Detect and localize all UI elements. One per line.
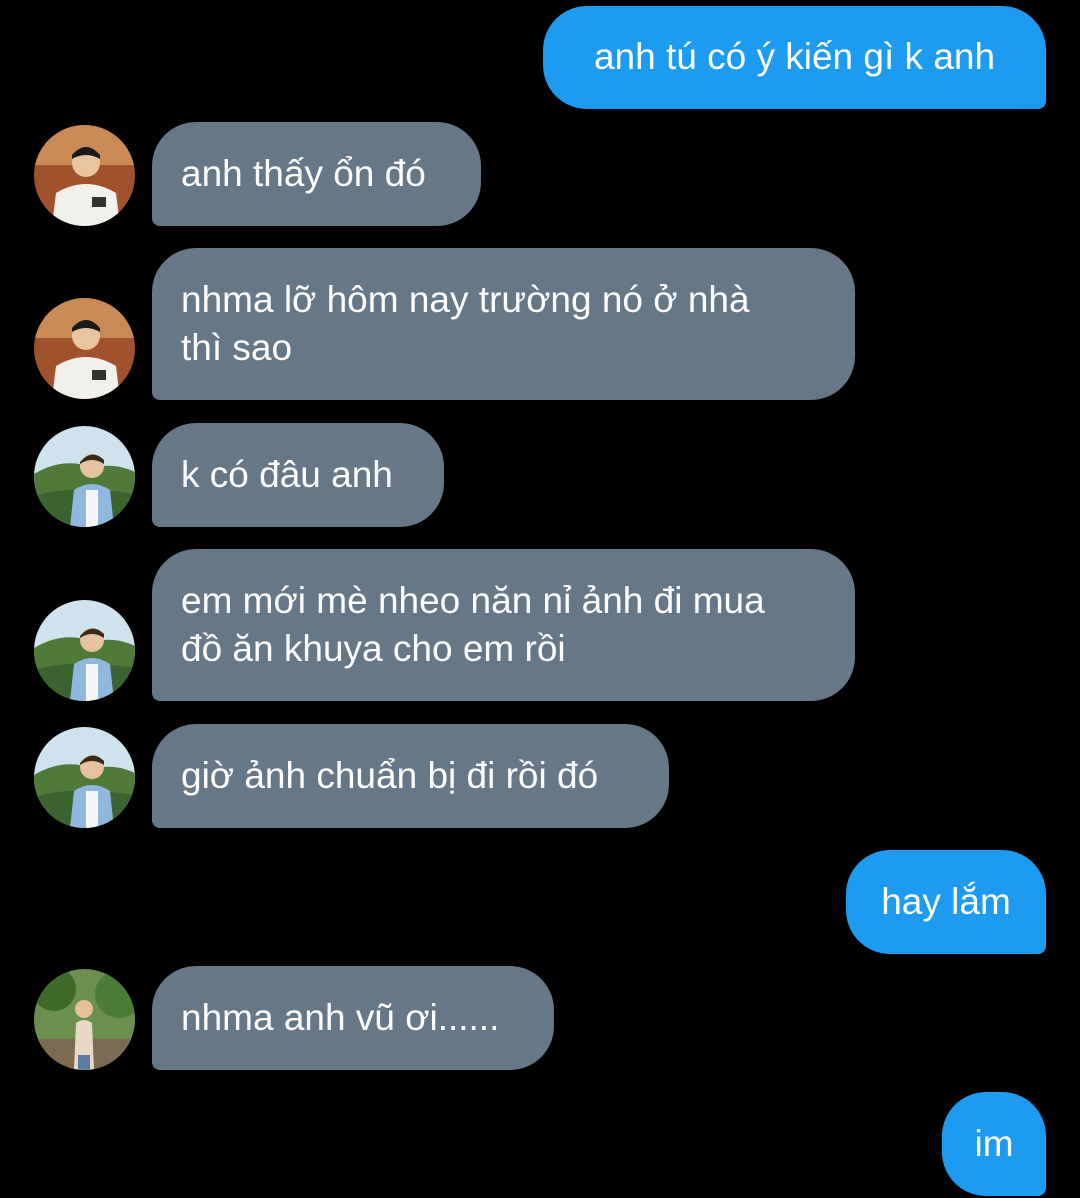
portrait-photo-icon (34, 298, 135, 399)
message-text: anh tú có ý kiến gì k anh (593, 36, 996, 77)
incoming-message-bubble[interactable]: giờ ảnh chuẩn bị đi rồi đó (152, 724, 669, 828)
outgoing-message-bubble[interactable]: anh tú có ý kiến gì k anh (543, 6, 1046, 109)
outgoing-message-bubble[interactable]: im (942, 1092, 1046, 1196)
message-text: nhma anh vũ ơi...... (181, 997, 500, 1038)
portrait-photo-icon (34, 426, 135, 527)
incoming-message-bubble[interactable]: anh thấy ổn đó (152, 122, 481, 226)
outgoing-message-bubble[interactable]: hay lắm (846, 850, 1046, 954)
incoming-message-bubble[interactable]: k có đâu anh (152, 423, 444, 527)
message-text: thì sao (181, 327, 293, 368)
message-text: em mới mè nheo năn nỉ ảnh đi mua (181, 580, 765, 621)
message-text: hay lắm (881, 881, 1011, 922)
message-text: nhma lỡ hôm nay trường nó ở nhà (181, 279, 750, 320)
message-text: giờ ảnh chuẩn bị đi rồi đó (181, 755, 599, 796)
portrait-photo-icon (34, 727, 135, 828)
contact-avatar[interactable] (34, 426, 135, 527)
message-text: im (974, 1123, 1014, 1164)
contact-avatar[interactable] (34, 727, 135, 828)
portrait-photo-icon (34, 125, 135, 226)
message-text: k có đâu anh (181, 454, 393, 495)
contact-avatar[interactable] (34, 298, 135, 399)
incoming-message-bubble[interactable]: nhma anh vũ ơi...... (152, 966, 554, 1070)
contact-avatar[interactable] (34, 125, 135, 226)
contact-avatar[interactable] (34, 600, 135, 701)
message-text: anh thấy ổn đó (181, 153, 426, 194)
contact-avatar[interactable] (34, 969, 135, 1070)
portrait-photo-icon (34, 969, 135, 1070)
message-text: đồ ăn khuya cho em rồi (181, 628, 566, 669)
incoming-message-bubble[interactable]: nhma lỡ hôm nay trường nó ở nhà thì sao (152, 248, 855, 400)
portrait-photo-icon (34, 600, 135, 701)
incoming-message-bubble[interactable]: em mới mè nheo năn nỉ ảnh đi mua đồ ăn k… (152, 549, 855, 701)
